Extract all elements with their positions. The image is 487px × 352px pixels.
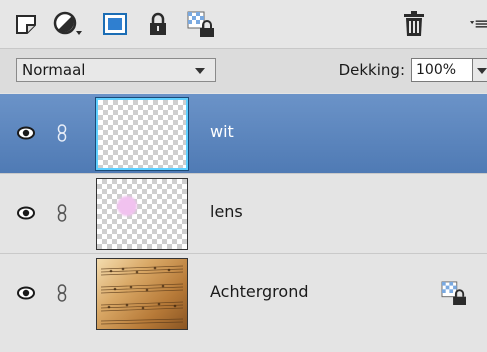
visibility-eye-icon[interactable] — [17, 285, 35, 304]
layer-thumbnail[interactable] — [95, 97, 189, 171]
link-icon[interactable] — [57, 284, 67, 306]
blend-mode-select[interactable]: Normaal — [16, 58, 216, 82]
chevron-down-icon — [477, 68, 487, 74]
visibility-eye-icon[interactable] — [17, 205, 35, 224]
layer-name[interactable]: wit — [210, 122, 234, 141]
panel-menu-icon — [470, 20, 487, 28]
opacity-input[interactable]: 100% — [411, 58, 473, 82]
layer-name[interactable]: lens — [210, 202, 243, 221]
layer-row-achtergrond[interactable]: Achtergrond — [0, 254, 487, 334]
blend-mode-value: Normaal — [22, 61, 86, 79]
opacity-dropdown-button[interactable] — [472, 58, 487, 82]
link-icon[interactable] — [57, 124, 67, 146]
layer-name[interactable]: Achtergrond — [210, 282, 308, 301]
new-layer-button[interactable] — [12, 10, 40, 38]
panel-menu-button[interactable] — [470, 10, 487, 38]
adjustment-layer-button[interactable] — [52, 10, 90, 38]
layer-row-wit[interactable]: wit — [0, 94, 487, 174]
link-icon[interactable] — [57, 204, 67, 226]
lock-transparency-icon — [187, 11, 214, 37]
chevron-down-icon — [195, 68, 205, 74]
delete-layer-button[interactable] — [396, 10, 432, 38]
sheet-music-image — [100, 265, 184, 325]
new-layer-icon — [16, 15, 36, 34]
layer-thumbnail[interactable] — [96, 258, 188, 330]
pink-spot — [117, 196, 137, 216]
delete-layer-icon — [404, 11, 424, 36]
opacity-label: Dekking: — [338, 61, 405, 79]
layer-options-bar: Normaal Dekking: 100% — [0, 48, 487, 93]
lock-all-icon — [150, 12, 166, 35]
add-mask-button[interactable] — [100, 10, 130, 38]
lock-all-button[interactable] — [146, 10, 170, 38]
adjustment-layer-icon — [53, 11, 82, 35]
lock-transparency-button[interactable] — [186, 10, 216, 38]
layer-row-lens[interactable]: lens — [0, 174, 487, 254]
layers-toolbar — [0, 0, 487, 48]
lock-transparency-icon[interactable] — [441, 281, 467, 309]
visibility-eye-icon[interactable] — [17, 125, 35, 144]
layer-thumbnail[interactable] — [96, 178, 188, 250]
layer-mask-icon — [103, 13, 127, 35]
